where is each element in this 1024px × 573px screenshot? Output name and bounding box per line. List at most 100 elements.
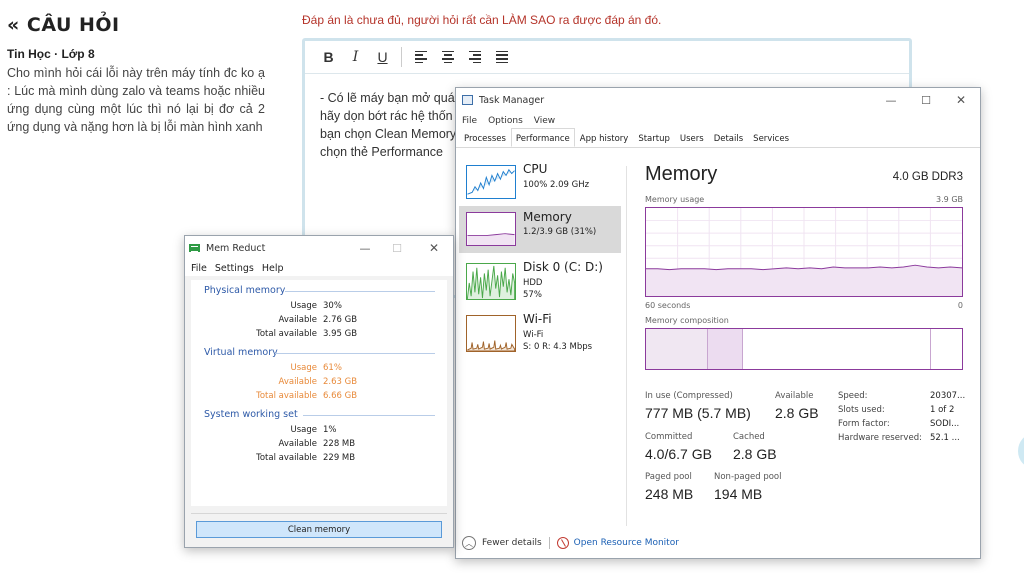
open-resource-monitor-link[interactable]: Open Resource Monitor — [574, 538, 679, 548]
tab-users[interactable]: Users — [675, 130, 709, 147]
resource-detail: 1.2/3.9 GB (31%) — [523, 227, 597, 237]
resource-detail-2: 57% — [523, 290, 542, 300]
resource-cpu[interactable]: CPU 100% 2.09 GHz — [459, 159, 621, 206]
stat-value: 228 MB — [323, 439, 356, 449]
stat-value: 2.76 GB — [323, 315, 358, 325]
answer-text[interactable]: - Có lẽ máy bạn mở quá hãy dọn bớt rác h… — [320, 89, 460, 161]
group-divider — [275, 353, 435, 354]
in-use-value: 777 MB (5.7 MB) — [645, 405, 751, 421]
menu-options[interactable]: Options — [488, 116, 523, 126]
answer-hint: Đáp án là chưa đủ, người hỏi rất cần LÀM… — [302, 13, 662, 27]
stat-label: Available — [278, 377, 317, 387]
memory-usage-graph — [645, 207, 963, 297]
memory-usage-max: 3.9 GB — [936, 195, 963, 204]
bold-button[interactable]: B — [315, 44, 342, 70]
stat-value: 2.63 GB — [323, 377, 358, 387]
task-manager-tabs: Processes Performance App history Startu… — [456, 128, 980, 148]
clean-memory-button[interactable]: Clean memory — [196, 521, 442, 538]
memory-usage-area — [646, 265, 962, 296]
paged-pool-value: 248 MB — [645, 486, 694, 502]
italic-button[interactable]: I — [342, 44, 369, 70]
underline-button[interactable]: U — [369, 44, 396, 70]
window-title: Task Manager — [479, 94, 545, 106]
footer-divider — [191, 513, 447, 514]
cpu-graph-thumbnail — [466, 165, 516, 199]
align-right-icon[interactable] — [461, 44, 488, 70]
tab-performance[interactable]: Performance — [510, 128, 575, 147]
task-manager-titlebar[interactable]: Task Manager — ☐ ✕ — [456, 88, 980, 112]
fewer-details-link[interactable]: Fewer details — [482, 538, 542, 548]
task-manager-icon — [462, 95, 473, 105]
tab-processes[interactable]: Processes — [459, 130, 511, 147]
resource-wifi[interactable]: Wi-Fi Wi-Fi S: 0 R: 4.3 Mbps — [459, 309, 621, 356]
minimize-icon[interactable]: — — [876, 88, 906, 112]
speed-value: 20307... — [930, 391, 966, 401]
paged-pool-label: Paged pool — [645, 472, 692, 482]
tab-services[interactable]: Services — [748, 130, 794, 147]
mem-reduct-menu: File Settings Help — [185, 260, 453, 276]
floating-action-button[interactable] — [1018, 434, 1024, 468]
align-center-icon[interactable] — [434, 44, 461, 70]
resource-monitor-icon — [556, 537, 569, 549]
mem-reduct-icon — [189, 244, 200, 252]
committed-value: 4.0/6.7 GB — [645, 446, 712, 462]
question-subject: Tin Học · Lớp 8 — [7, 47, 95, 61]
resource-memory[interactable]: Memory 1.2/3.9 GB (31%) — [459, 206, 621, 253]
resource-detail: Wi-Fi — [523, 330, 544, 340]
resource-detail: 100% 2.09 GHz — [523, 180, 590, 190]
minimize-icon[interactable]: — — [351, 236, 379, 260]
align-left-icon[interactable] — [407, 44, 434, 70]
form-factor-label: Form factor: — [838, 419, 890, 429]
hardware-reserved-label: Hardware reserved: — [838, 433, 922, 443]
cached-label: Cached — [733, 432, 765, 442]
disk-graph-thumbnail — [466, 263, 516, 300]
menu-view[interactable]: View — [534, 116, 555, 126]
group-divider — [303, 415, 435, 416]
menu-file[interactable]: File — [462, 116, 477, 126]
menu-file[interactable]: File — [191, 263, 207, 274]
task-manager-window: Task Manager — ☐ ✕ File Options View Pro… — [455, 87, 981, 559]
resource-detail: HDD — [523, 278, 543, 288]
mem-reduct-window: Mem Reduct — ☐ ✕ File Settings Help Phys… — [184, 235, 454, 548]
align-justify-icon[interactable] — [488, 44, 515, 70]
composition-standby-marker — [930, 329, 931, 369]
memory-composition-bar — [645, 328, 963, 370]
mem-reduct-titlebar[interactable]: Mem Reduct — ☐ ✕ — [185, 236, 453, 260]
nonpaged-pool-label: Non-paged pool — [714, 472, 782, 482]
page-title[interactable]: « CÂU HỎI — [7, 14, 120, 36]
available-label: Available — [775, 391, 814, 401]
stat-label: Usage — [290, 301, 317, 311]
toolbar-divider — [401, 47, 402, 67]
stat-value: 229 MB — [323, 453, 356, 463]
group-system-working-set: System working set — [204, 409, 298, 420]
tab-details[interactable]: Details — [709, 130, 748, 147]
graph-time-left: 60 seconds — [645, 301, 691, 310]
stat-label: Available — [278, 315, 317, 325]
resource-name: Wi-Fi — [523, 312, 552, 326]
resource-detail-2: S: 0 R: 4.3 Mbps — [523, 342, 593, 352]
close-icon[interactable]: ✕ — [946, 88, 976, 112]
resource-name: CPU — [523, 162, 548, 176]
menu-help[interactable]: Help — [262, 263, 284, 274]
resource-disk[interactable]: Disk 0 (C: D:) HDD 57% — [459, 257, 621, 304]
maximize-icon[interactable]: ☐ — [911, 88, 941, 112]
memory-type: 4.0 GB DDR3 — [892, 171, 963, 183]
stat-label: Total available — [256, 453, 317, 463]
group-virtual-memory: Virtual memory — [204, 347, 278, 358]
wifi-graph-thumbnail — [466, 315, 516, 352]
memory-usage-label: Memory usage — [645, 195, 705, 204]
chevron-up-icon[interactable]: ︿ — [462, 536, 476, 550]
window-title: Mem Reduct — [206, 242, 266, 254]
tab-app-history[interactable]: App history — [575, 130, 634, 147]
memory-detail-panel: Memory 4.0 GB DDR3 Memory usage 3.9 GB 6… — [645, 149, 966, 529]
cached-value: 2.8 GB — [733, 446, 777, 462]
speed-label: Speed: — [838, 391, 868, 401]
stat-value: 61% — [323, 363, 342, 373]
maximize-icon: ☐ — [392, 241, 402, 255]
committed-label: Committed — [645, 432, 693, 442]
task-manager-menu: File Options View — [456, 112, 980, 129]
menu-settings[interactable]: Settings — [215, 263, 254, 274]
close-icon[interactable]: ✕ — [419, 236, 449, 260]
tab-startup[interactable]: Startup — [633, 130, 675, 147]
resource-name: Memory — [523, 210, 572, 224]
